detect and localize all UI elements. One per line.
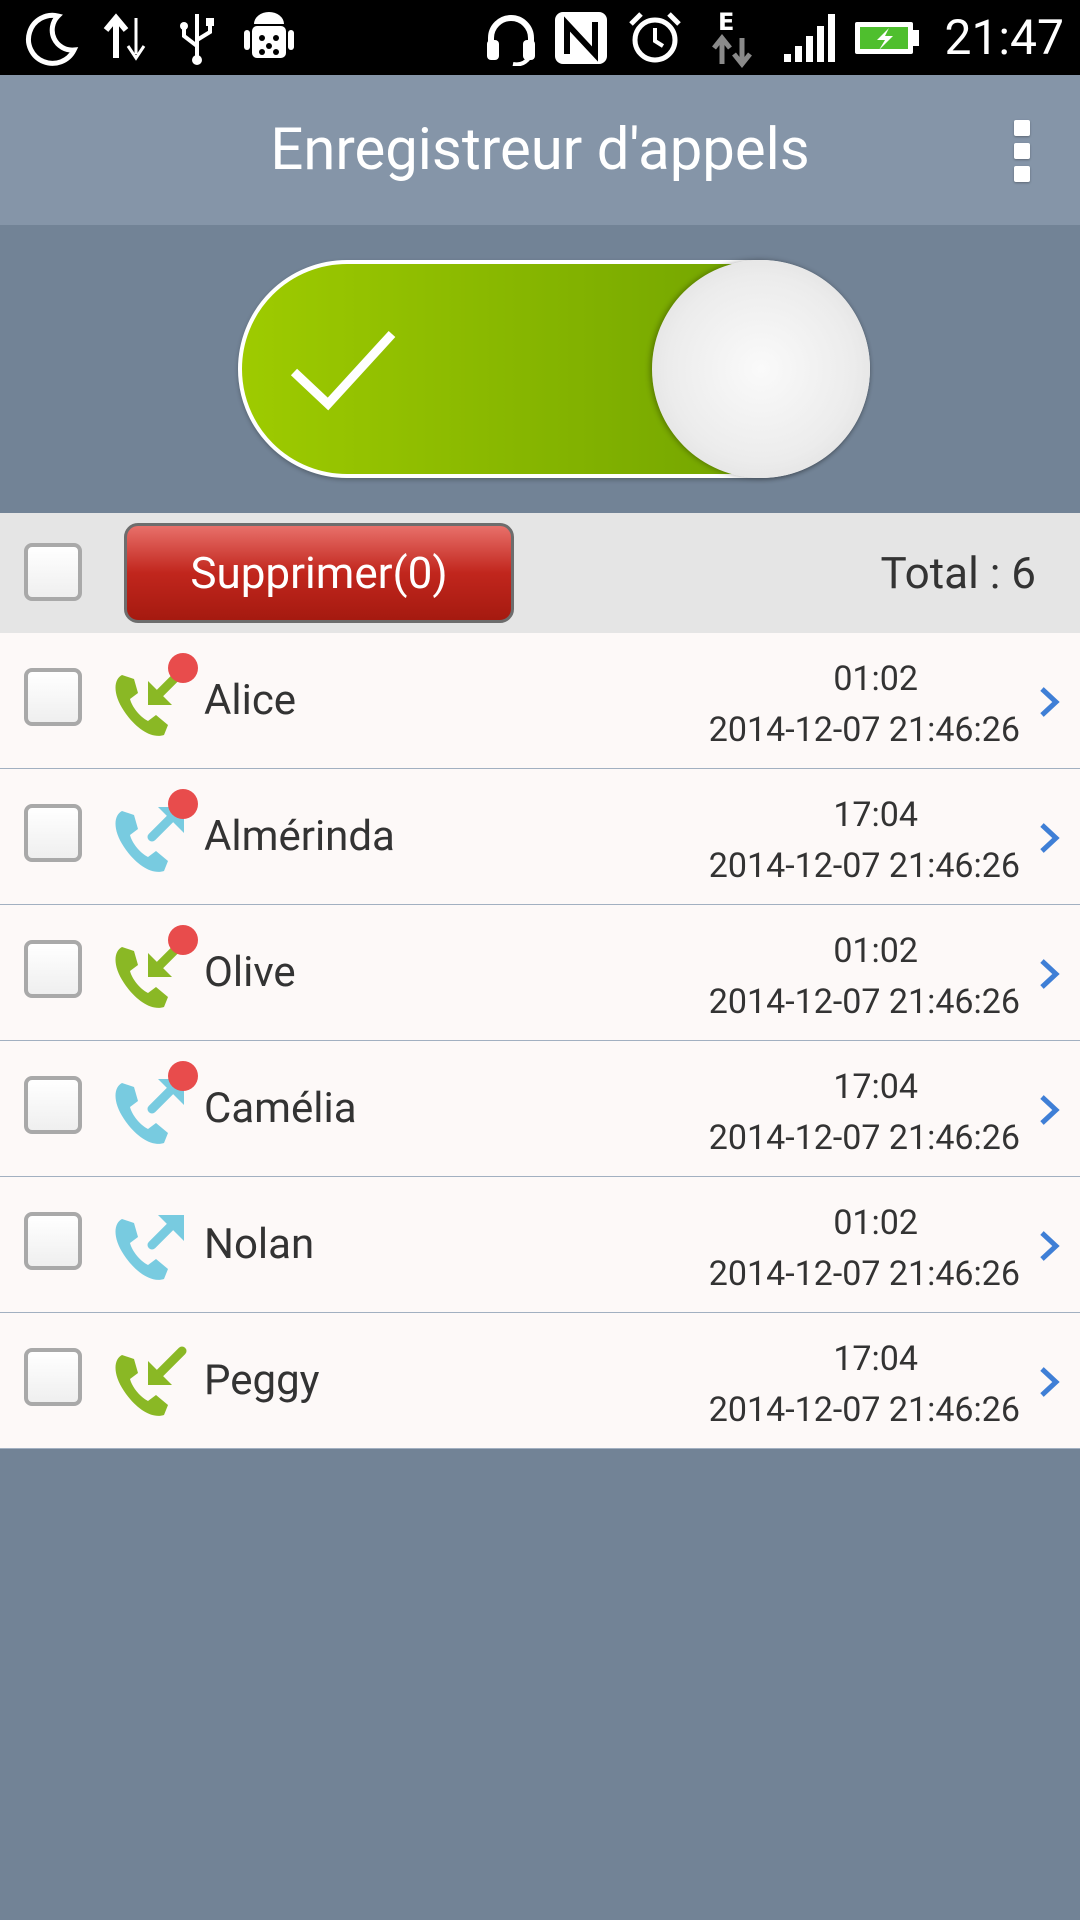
contact-name: Olive bbox=[204, 948, 296, 997]
contact-name: Nolan bbox=[204, 1220, 315, 1269]
row-checkbox[interactable] bbox=[24, 1212, 82, 1270]
call-duration: 17:04 bbox=[833, 795, 918, 835]
action-bar: Supprimer(0) Total : 6 bbox=[0, 513, 1080, 633]
row-checkbox[interactable] bbox=[24, 804, 82, 862]
chevron-right-icon bbox=[1040, 1367, 1060, 1397]
incoming-call-icon bbox=[115, 1346, 187, 1416]
call-row[interactable]: Camélia 17:04 2014-12-07 21:46:26 bbox=[0, 1041, 1080, 1177]
new-recording-badge bbox=[168, 653, 198, 683]
alarm-icon bbox=[626, 8, 684, 68]
chevron-right-icon bbox=[1040, 1095, 1060, 1125]
delete-button[interactable]: Supprimer(0) bbox=[124, 523, 514, 623]
call-datetime: 2014-12-07 21:46:26 bbox=[708, 982, 1020, 1022]
call-row[interactable]: Olive 01:02 2014-12-07 21:46:26 bbox=[0, 905, 1080, 1041]
status-bar: E 21:47 bbox=[0, 0, 1080, 75]
call-row[interactable]: Peggy 17:04 2014-12-07 21:46:26 bbox=[0, 1313, 1080, 1449]
edge-network-icon: E bbox=[706, 8, 760, 68]
new-recording-badge bbox=[168, 925, 198, 955]
data-transfer-icon bbox=[98, 8, 154, 68]
chevron-right-icon bbox=[1040, 687, 1060, 717]
chevron-right-icon bbox=[1040, 959, 1060, 989]
call-duration: 17:04 bbox=[833, 1067, 918, 1107]
contact-name: Camélia bbox=[204, 1084, 357, 1133]
call-datetime: 2014-12-07 21:46:26 bbox=[708, 710, 1020, 750]
call-datetime: 2014-12-07 21:46:26 bbox=[708, 1118, 1020, 1158]
moon-icon bbox=[22, 8, 82, 68]
toggle-knob[interactable] bbox=[652, 260, 870, 478]
call-row[interactable]: Alice 01:02 2014-12-07 21:46:26 bbox=[0, 633, 1080, 769]
row-checkbox[interactable] bbox=[24, 668, 82, 726]
call-list: Alice 01:02 2014-12-07 21:46:26 Almérinda 17… bbox=[0, 633, 1080, 1449]
contact-name: Almérinda bbox=[204, 812, 395, 861]
usb-icon bbox=[172, 8, 222, 68]
new-recording-badge bbox=[168, 1061, 198, 1091]
row-checkbox[interactable] bbox=[24, 1348, 82, 1406]
battery-charging-icon bbox=[852, 8, 922, 68]
row-checkbox[interactable] bbox=[24, 940, 82, 998]
call-duration: 01:02 bbox=[833, 1203, 918, 1243]
call-datetime: 2014-12-07 21:46:26 bbox=[708, 846, 1020, 886]
clock-text: 21:47 bbox=[944, 9, 1064, 66]
call-duration: 01:02 bbox=[833, 659, 918, 699]
headset-icon bbox=[482, 8, 540, 68]
checkmark-icon bbox=[290, 330, 396, 411]
call-row[interactable]: Almérinda 17:04 2014-12-07 21:46:26 bbox=[0, 769, 1080, 905]
android-debug-icon bbox=[242, 8, 296, 68]
svg-text:E: E bbox=[718, 8, 734, 36]
recording-toggle[interactable] bbox=[238, 260, 870, 478]
row-checkbox[interactable] bbox=[24, 1076, 82, 1134]
total-count: Total : 6 bbox=[880, 547, 1036, 599]
app-bar: Enregistreur d'appels bbox=[0, 75, 1080, 225]
toggle-area bbox=[0, 225, 1080, 513]
outgoing-call-icon bbox=[115, 1215, 184, 1280]
contact-name: Alice bbox=[204, 676, 297, 725]
call-row[interactable]: Nolan 01:02 2014-12-07 21:46:26 bbox=[0, 1177, 1080, 1313]
overflow-menu-icon[interactable] bbox=[1012, 120, 1032, 182]
nfc-icon bbox=[552, 8, 610, 68]
chevron-right-icon bbox=[1040, 1231, 1060, 1261]
call-datetime: 2014-12-07 21:46:26 bbox=[708, 1254, 1020, 1294]
chevron-right-icon bbox=[1040, 823, 1060, 853]
signal-icon bbox=[780, 8, 840, 68]
call-duration: 01:02 bbox=[833, 931, 918, 971]
call-duration: 17:04 bbox=[833, 1339, 918, 1379]
new-recording-badge bbox=[168, 789, 198, 819]
call-datetime: 2014-12-07 21:46:26 bbox=[708, 1390, 1020, 1430]
contact-name: Peggy bbox=[204, 1356, 320, 1405]
select-all-checkbox[interactable] bbox=[24, 543, 82, 601]
app-title: Enregistreur d'appels bbox=[270, 116, 810, 184]
